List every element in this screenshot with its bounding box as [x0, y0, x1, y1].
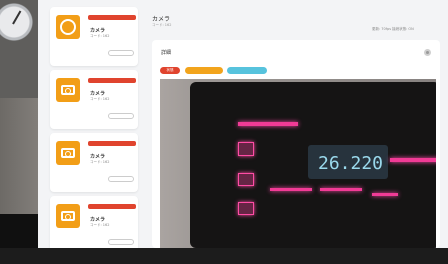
camera-feed-photo: 26.220 — [160, 79, 436, 248]
display-dash-right — [320, 188, 362, 191]
camera-card-1[interactable]: カメラ コード: 162 — [50, 7, 138, 66]
page-title: カメラ — [152, 16, 171, 23]
card-subtitle: コード: 162 — [90, 34, 110, 38]
camera-card-2[interactable]: カメラ コード: 162 — [50, 70, 138, 129]
status-tag[interactable]: 状態 — [160, 67, 180, 74]
card-accent-bar — [88, 15, 136, 20]
page-subtitle: コード: 162 — [152, 23, 172, 27]
camera-icon — [56, 141, 80, 165]
info-tag[interactable] — [227, 67, 267, 74]
card-subtitle: コード: 162 — [90, 97, 110, 101]
card-subtitle: コード: 162 — [90, 223, 110, 227]
card-accent-bar — [88, 78, 136, 83]
card-title: カメラ — [90, 154, 106, 160]
app-screen: カメラ コード: 162 カメラ コード: 162 カメラ コード: 162 カ… — [38, 0, 448, 255]
display-screen: 26.220 — [308, 145, 388, 179]
card-accent-bar — [88, 204, 136, 209]
display-left-button-3 — [238, 202, 254, 215]
display-bar-small — [372, 193, 398, 196]
display-left-button-2 — [238, 173, 254, 186]
bottom-status-bar — [0, 248, 448, 264]
card-subtitle: コード: 162 — [90, 160, 110, 164]
camera-card-3[interactable]: カメラ コード: 162 — [50, 133, 138, 192]
device-panel: 26.220 — [190, 82, 436, 248]
status-meta: 更新: 70fps 接続状態: ON — [372, 27, 414, 31]
display-left-button-1 — [238, 142, 254, 156]
card-title: カメラ — [90, 217, 106, 223]
filter-tag[interactable] — [185, 67, 223, 74]
gear-icon[interactable] — [424, 49, 431, 56]
camera-icon — [56, 204, 80, 228]
card-button[interactable] — [108, 50, 134, 56]
camera-card-4[interactable]: カメラ コード: 162 — [50, 196, 138, 255]
card-button[interactable] — [108, 113, 134, 119]
card-title: カメラ — [90, 91, 106, 97]
card-button[interactable] — [108, 239, 134, 245]
card-accent-bar — [88, 141, 136, 146]
gauge-needle — [12, 10, 22, 25]
card-title: カメラ — [90, 28, 106, 34]
detail-panel: 詳細 状態 26.220 — [152, 40, 440, 248]
detail-title: 詳細 — [161, 50, 172, 56]
camera-thumb-icon — [56, 15, 80, 39]
display-reading: 26.220 — [318, 153, 384, 174]
display-dash-left — [270, 188, 312, 191]
card-button[interactable] — [108, 176, 134, 182]
display-top-light — [238, 122, 298, 126]
camera-icon — [56, 78, 80, 102]
display-dash-row — [390, 158, 436, 162]
